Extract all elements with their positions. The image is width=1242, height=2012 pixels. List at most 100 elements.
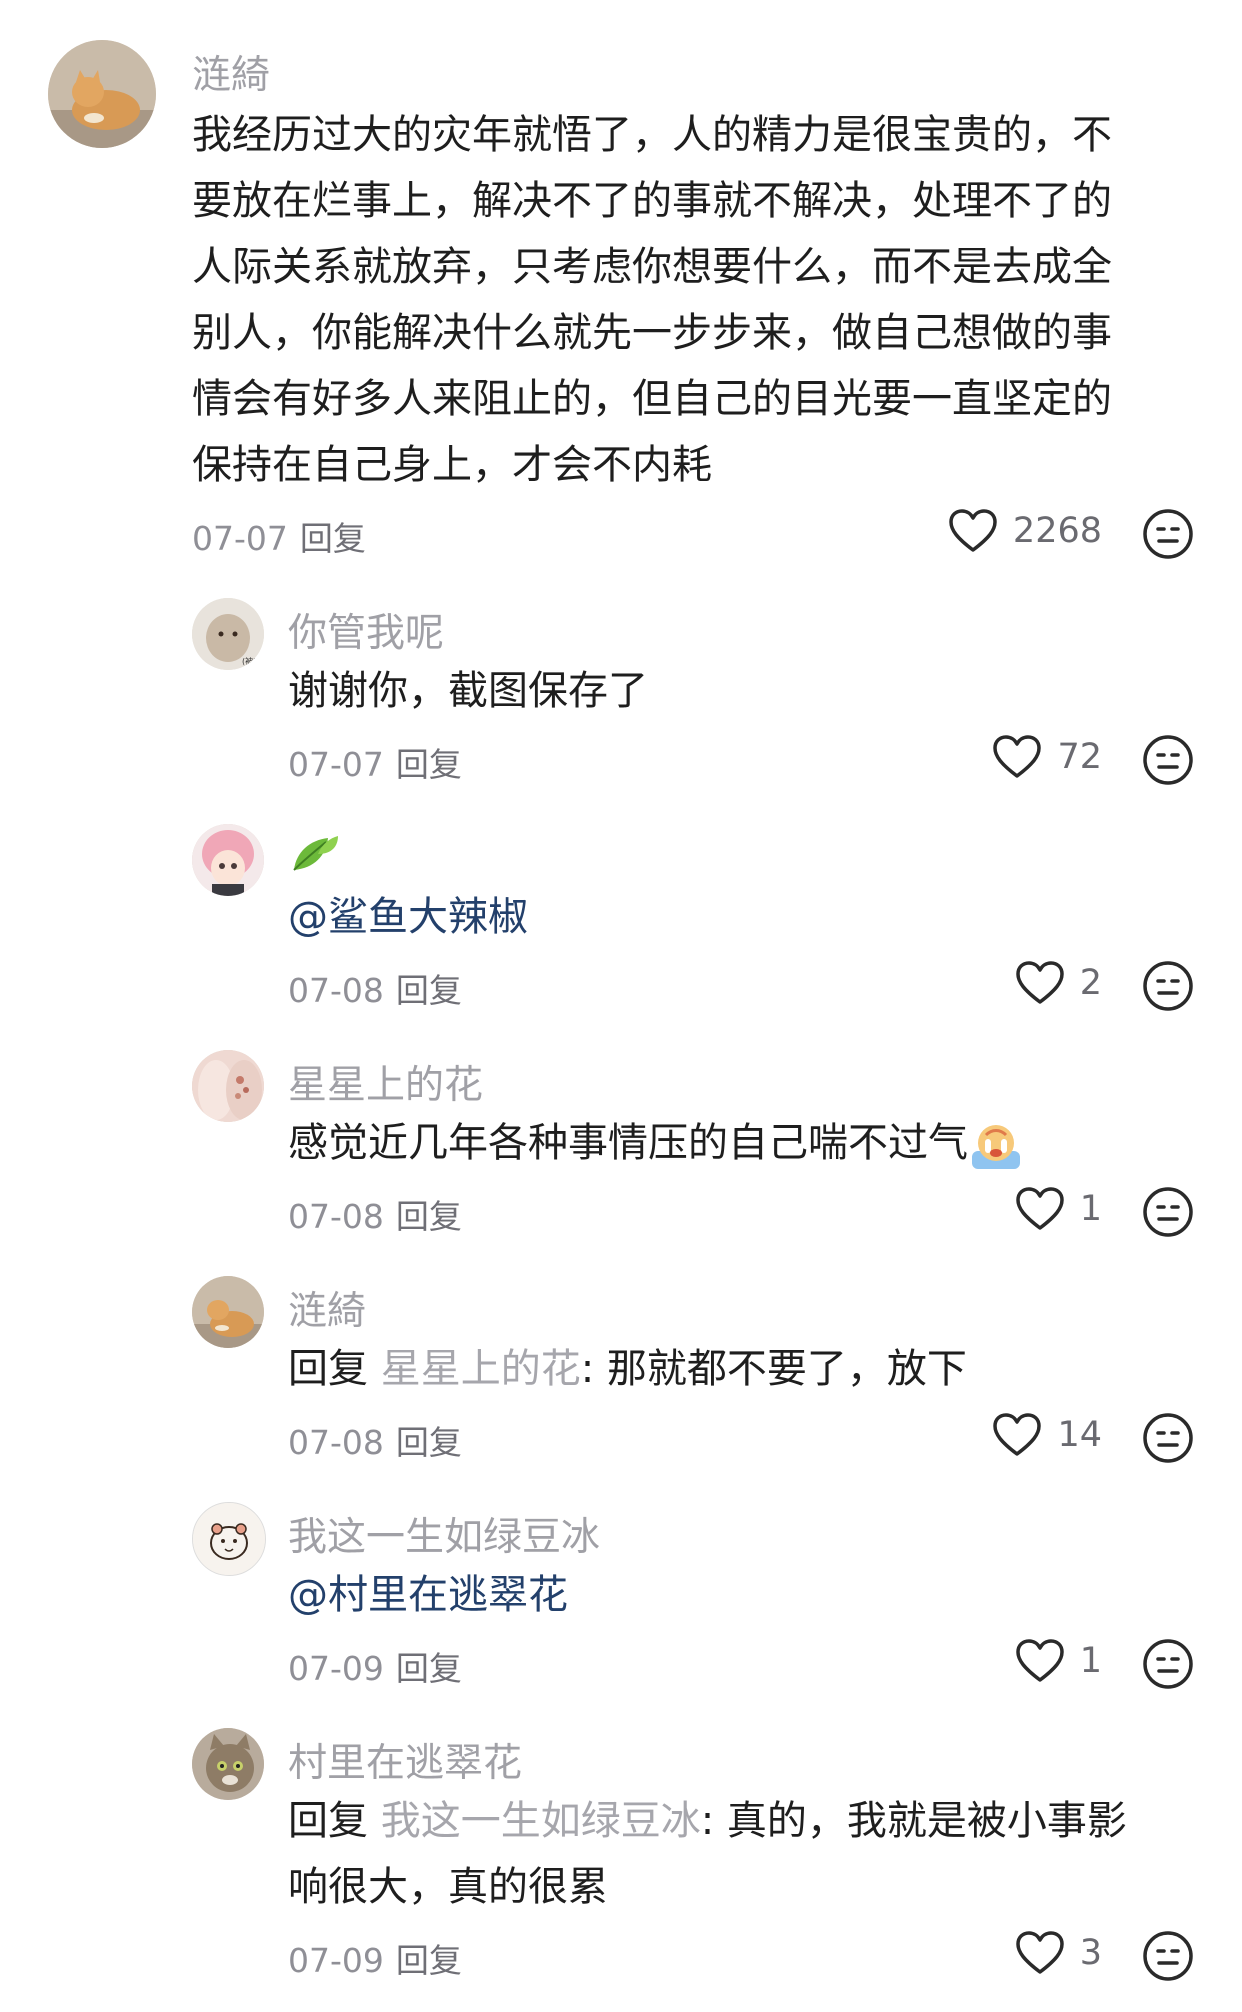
comment-line: 我经历过大的灾年就悟了，人的精力是很宝贵的，不 xyxy=(192,112,1112,158)
cat-avatar-image xyxy=(192,1276,264,1348)
crying-emoji-icon xyxy=(972,1125,1020,1169)
mention-link[interactable]: @村里在逃翠花 xyxy=(288,1562,568,1628)
dislike-button[interactable] xyxy=(1142,734,1194,786)
heart-outline-icon xyxy=(993,735,1042,778)
comment-date: 07-09 xyxy=(288,1941,384,1980)
comment-text: 我经历过大的灾年就悟了，人的精力是很宝贵的，不 要放在烂事上，解决不了的事就不解… xyxy=(192,102,1112,498)
comment-line: 保持在自己身上，才会不内耗 xyxy=(192,442,712,488)
comment-line: 情会有好多人来阻止的，但自己的目光要一直坚定的 xyxy=(192,376,1112,422)
comment-text: 感觉近几年各种事情压的自己喘不过气 xyxy=(288,1110,1024,1176)
like-count: 1 xyxy=(1079,1641,1102,1681)
avatar[interactable] xyxy=(48,40,156,148)
comment-date: 07-08 xyxy=(288,1423,384,1462)
person-avatar-image: (被动) xyxy=(192,598,264,670)
avatar-caption: (被动) xyxy=(242,656,264,666)
commenter-name[interactable]: 涟綺 xyxy=(288,1280,366,1336)
comment-meta: 07-08 回复 xyxy=(288,1416,462,1464)
dislike-button[interactable] xyxy=(1142,508,1194,560)
comment-text: 谢谢你，截图保存了 xyxy=(288,668,648,714)
reply-prefix: 回复 xyxy=(288,1798,381,1844)
comment-meta: 07-09 回复 xyxy=(288,1934,462,1982)
dislike-button[interactable] xyxy=(1142,1930,1194,1982)
skin-tattoo-avatar-image xyxy=(192,1050,264,1122)
dislike-button[interactable] xyxy=(1142,1638,1194,1690)
reply-button[interactable]: 回复 xyxy=(396,1197,462,1236)
reply-button[interactable]: 回复 xyxy=(396,745,462,784)
reply-to-user[interactable]: 星星上的花 xyxy=(381,1346,581,1392)
avatar[interactable]: (被动) xyxy=(192,598,264,670)
like-button[interactable]: 3 xyxy=(1014,1930,1102,1976)
comment-line: 响很大，真的很累 xyxy=(288,1864,608,1910)
heart-outline-icon xyxy=(1015,961,1064,1004)
reply-prefix: 回复 xyxy=(288,1346,381,1392)
reply-button[interactable]: 回复 xyxy=(396,971,462,1010)
commenter-name[interactable]: 星星上的花 xyxy=(288,1054,483,1110)
like-count: 2 xyxy=(1079,963,1102,1003)
comment-line: 要放在烂事上，解决不了的事就不解决，处理不了的 xyxy=(192,178,1112,224)
commenter-name[interactable] xyxy=(288,828,342,876)
comment-date: 07-09 xyxy=(288,1649,384,1688)
commenter-name[interactable]: 你管我呢 xyxy=(288,602,444,658)
comment-line: 回复 我这一生如绿豆冰: 真的，我就是被小事影 xyxy=(288,1788,1127,1854)
reply-button[interactable]: 回复 xyxy=(396,1941,462,1980)
like-button[interactable]: 72 xyxy=(991,734,1102,780)
heart-outline-icon xyxy=(1015,1639,1064,1682)
like-button[interactable]: 14 xyxy=(991,1412,1102,1458)
like-count: 2268 xyxy=(1012,511,1102,551)
avatar[interactable] xyxy=(192,824,264,896)
comment-meta: 07-08 回复 xyxy=(288,964,462,1012)
comment-date: 07-07 xyxy=(288,745,384,784)
comment-meta: 07-08 回复 xyxy=(288,1190,462,1238)
comment-date: 07-08 xyxy=(288,1197,384,1236)
mention-link[interactable]: @鲨鱼大辣椒 xyxy=(288,884,528,950)
like-count: 3 xyxy=(1079,1933,1102,1973)
comment-meta: 07-09 回复 xyxy=(288,1642,462,1690)
like-button[interactable]: 2268 xyxy=(947,508,1102,554)
like-button[interactable]: 2 xyxy=(1014,960,1102,1006)
like-count: 14 xyxy=(1057,1415,1102,1455)
heart-outline-icon xyxy=(1015,1931,1064,1974)
avatar[interactable] xyxy=(192,1050,264,1122)
commenter-name[interactable]: 村里在逃翠花 xyxy=(288,1732,522,1788)
heart-outline-icon xyxy=(949,509,997,552)
cat-avatar-image xyxy=(48,40,156,148)
avatar[interactable] xyxy=(192,1276,264,1348)
dislike-face-icon xyxy=(1143,1639,1193,1689)
comment-line: 别人，你能解决什么就先一步步来，做自己想做的事 xyxy=(192,310,1112,356)
like-count: 1 xyxy=(1079,1189,1102,1229)
comment-meta: 07-07 回复 xyxy=(192,512,366,560)
comment-text: 回复 我这一生如绿豆冰: 真的，我就是被小事影 响很大，真的很累 xyxy=(288,1788,1127,1920)
comment-meta: 07-07 回复 xyxy=(288,738,462,786)
dislike-face-icon xyxy=(1143,961,1193,1011)
comment-date: 07-07 xyxy=(192,519,288,558)
comment-line: 人际关系就放弃，只考虑你想要什么，而不是去成全 xyxy=(192,244,1112,290)
comment-text-content: 感觉近几年各种事情压的自己喘不过气 xyxy=(288,1120,968,1166)
dislike-button[interactable] xyxy=(1142,960,1194,1012)
comment-text-content: : 那就都不要了，放下 xyxy=(580,1346,967,1392)
dislike-button[interactable] xyxy=(1142,1186,1194,1238)
dislike-face-icon xyxy=(1143,1187,1193,1237)
reply-button[interactable]: 回复 xyxy=(300,519,366,558)
dislike-face-icon xyxy=(1143,1413,1193,1463)
like-button[interactable]: 1 xyxy=(1014,1186,1102,1232)
tabby-cat-avatar-image xyxy=(192,1728,264,1800)
dislike-face-icon xyxy=(1143,509,1193,559)
avatar[interactable] xyxy=(192,1502,266,1576)
leaf-emoji-icon xyxy=(293,835,338,871)
comment-text: 回复 星星上的花: 那就都不要了，放下 xyxy=(288,1336,967,1402)
avatar[interactable] xyxy=(192,1728,264,1800)
dislike-button[interactable] xyxy=(1142,1412,1194,1464)
reply-button[interactable]: 回复 xyxy=(396,1649,462,1688)
dislike-face-icon xyxy=(1143,1931,1193,1981)
like-count: 72 xyxy=(1057,737,1102,777)
reply-to-user[interactable]: 我这一生如绿豆冰 xyxy=(381,1798,701,1844)
commenter-name[interactable]: 我这一生如绿豆冰 xyxy=(288,1506,600,1562)
heart-outline-icon xyxy=(1015,1187,1064,1230)
comment-text-content: : 真的，我就是被小事影 xyxy=(700,1798,1127,1844)
reply-button[interactable]: 回复 xyxy=(396,1423,462,1462)
hamster-drawing-avatar-image xyxy=(193,1503,265,1575)
comment-date: 07-08 xyxy=(288,971,384,1010)
like-button[interactable]: 1 xyxy=(1014,1638,1102,1684)
heart-outline-icon xyxy=(993,1413,1042,1456)
commenter-name[interactable]: 涟綺 xyxy=(192,44,270,100)
